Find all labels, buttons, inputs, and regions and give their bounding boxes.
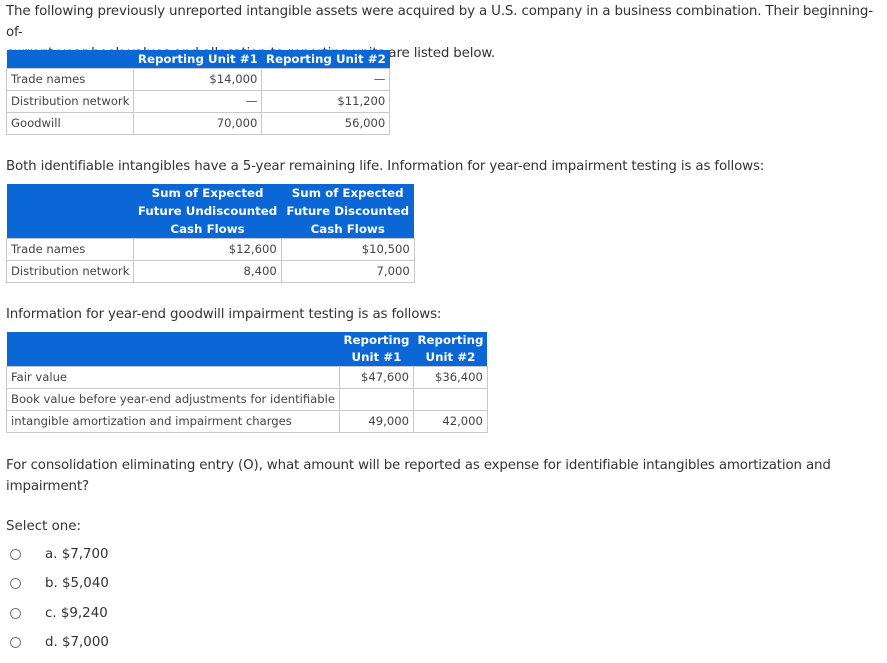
cell-value: — [133,90,263,113]
row-label: Distribution network [5,90,135,113]
header-reporting-unit-2: Reporting Unit #2 [261,50,390,69]
answer-option-c[interactable]: c. $9,240 [10,602,108,624]
header-line: Reporting [417,333,484,347]
cell-value: $10,500 [280,238,415,261]
header-line: Unit #2 [425,350,476,364]
header-line: Future Discounted [286,204,410,218]
row-label: Trade names [5,238,135,261]
table-header-row: Reporting Unit #1 Reporting Unit #2 [6,332,488,367]
row-label: Goodwill [5,112,135,135]
header-reporting-unit-1: Reporting Unit #1 [133,50,262,69]
radio-button[interactable] [10,577,21,589]
goodwill-testing-text: Information for year-end goodwill impair… [6,307,442,322]
table-row: Distribution network 8,400 7,000 [5,260,415,283]
header-undiscounted-cash-flows: Sum of Expected Future Undiscounted Cash… [133,184,282,239]
cell-value: — [261,68,391,91]
header-line: Sum of Expected [291,186,404,200]
table-row: Goodwill 70,000 56,000 [5,112,391,135]
header-reporting-unit-2: Reporting Unit #2 [413,332,488,367]
intro-line-1: The following previously unreported inta… [6,4,873,40]
cell-value: $14,000 [133,68,263,91]
header-blank [6,184,134,239]
header-line: Cash Flows [310,222,385,236]
header-line: Reporting [343,333,410,347]
cell-value: $12,600 [133,238,282,261]
cell-value: 8,400 [133,260,282,283]
cell-value: 70,000 [133,112,263,135]
table-row: intangible amortization and impairment c… [6,410,488,433]
header-blank [6,332,340,367]
row-label: Distribution network [5,260,135,283]
row-label: intangible amortization and impairment c… [6,410,340,433]
answer-option-b[interactable]: b. $5,040 [10,572,109,594]
option-label[interactable]: b. $5,040 [45,576,109,591]
cell-value: 56,000 [261,112,391,135]
cell-value [412,388,488,411]
header-line: Cash Flows [170,222,245,236]
question-line-1: For consolidation eliminating entry (O),… [6,458,831,473]
radio-button[interactable] [10,636,21,648]
goodwill-impairment-table: Reporting Unit #1 Reporting Unit #2 Fair… [6,332,488,433]
impairment-testing-table: Sum of Expected Future Undiscounted Cash… [5,184,415,283]
row-label: Book value before year-end adjustments f… [6,388,340,411]
table-row: Distribution network — $11,200 [5,90,391,113]
header-line: Future Undiscounted [137,204,278,218]
row-label: Fair value [6,366,340,389]
intangibles-life-text: Both identifiable intangibles have a 5-y… [6,159,765,174]
header-reporting-unit-1: Reporting Unit #1 [339,332,414,367]
table-header-row: Reporting Unit #1 Reporting Unit #2 [6,50,390,69]
row-label: Trade names [5,68,135,91]
header-blank [6,50,134,69]
cell-value: 42,000 [412,410,488,433]
table-row: Trade names $14,000 — [5,68,391,91]
table-row: Trade names $12,600 $10,500 [5,238,415,261]
table-row: Book value before year-end adjustments f… [6,388,488,411]
header-line: Unit #1 [351,350,402,364]
radio-button[interactable] [10,548,21,560]
table-header-row: Sum of Expected Future Undiscounted Cash… [6,184,415,239]
book-values-table: Reporting Unit #1 Reporting Unit #2 Trad… [5,50,391,135]
cell-value: $36,400 [412,366,488,389]
cell-value: $47,600 [338,366,414,389]
answer-option-a[interactable]: a. $7,700 [10,543,109,565]
header-discounted-cash-flows: Sum of Expected Future Discounted Cash F… [281,184,415,239]
question-line-2: impairment? [6,479,89,494]
cell-value [338,388,414,411]
header-line: Sum of Expected [151,186,264,200]
select-one-label: Select one: [6,519,81,534]
table-row: Fair value $47,600 $36,400 [6,366,488,389]
radio-button[interactable] [10,607,21,619]
cell-value: 7,000 [280,260,415,283]
cell-value: 49,000 [338,410,414,433]
answer-option-d[interactable]: d. $7,000 [10,631,109,653]
option-label[interactable]: c. $9,240 [45,606,108,621]
question-text: For consolidation eliminating entry (O),… [6,455,831,497]
option-label[interactable]: d. $7,000 [45,635,109,650]
cell-value: $11,200 [261,90,391,113]
option-label[interactable]: a. $7,700 [45,547,109,562]
